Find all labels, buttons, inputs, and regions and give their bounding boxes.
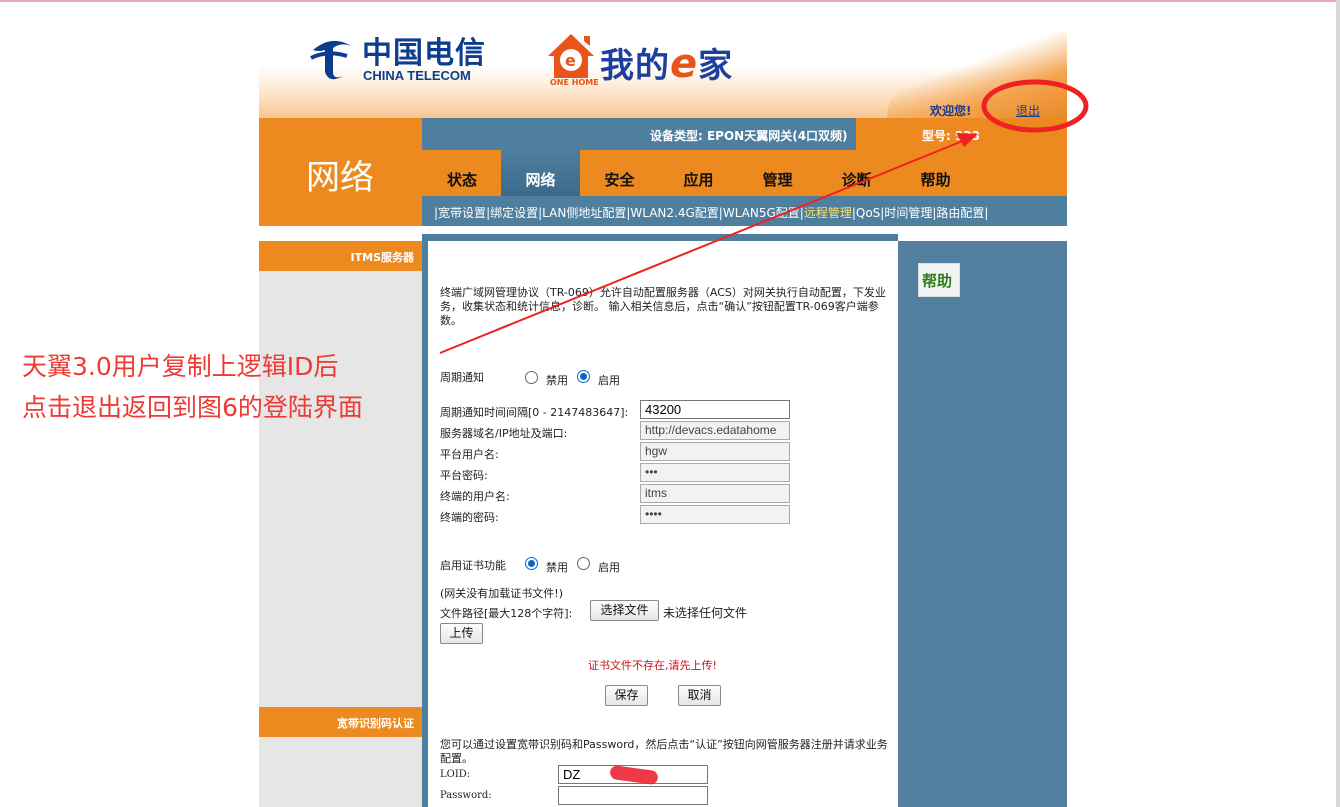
ehome-prefix: 我的 [600,46,670,86]
help-title: 帮助 [922,272,953,290]
subnav-time[interactable]: 时间管理 [884,206,932,220]
model-label: 型号: [922,129,955,143]
logout-link[interactable]: 退出 [1016,102,1040,119]
sub-navigation: |宽带设置|绑定设置|LAN侧地址配置|WLAN2.4G配置|WLAN5G配置|… [422,196,1067,226]
cert-enable-label: 启用 [598,561,620,574]
choose-file-button[interactable]: 选择文件 [590,600,659,621]
tab-security[interactable]: 安全 [580,150,659,196]
cert-disable-label: 禁用 [546,561,568,574]
interval-label: 周期通知时间间隔[0 - 2147483647]: [440,406,629,419]
subnav-remote-management[interactable]: 远程管理 [804,206,852,220]
password-label: Password: [440,790,492,801]
subnav-binding[interactable]: 绑定设置 [490,206,538,220]
china-telecom-mark-icon [310,40,351,80]
terminal-password-input[interactable]: •••• [640,505,790,524]
tab-status[interactable]: 状态 [422,150,502,196]
periodic-notify-label: 周期通知 [440,371,484,384]
help-box[interactable]: 帮助 [918,263,960,297]
cert-disable-radio[interactable] [525,557,538,570]
tab-management-label: 管理 [762,171,793,189]
tab-help[interactable]: 帮助 [896,150,975,196]
tab-status-label: 状态 [446,171,477,189]
cert-error-message: 证书文件不存在,请先上传! [588,659,717,672]
periodic-disable-label: 禁用 [546,374,568,387]
annotation-line-1: 天翼3.0用户复制上逻辑ID后 [22,352,339,381]
upload-button[interactable]: 上传 [440,623,483,644]
model-info: 型号: 923 [922,127,980,144]
itms-description: 终端广域网管理协议（TR-069）允许自动配置服务器（ACS）对网关执行自动配置… [440,286,886,327]
subnav-wlan5[interactable]: WLAN5G配置 [723,206,800,220]
periodic-enable-label: 启用 [598,374,620,387]
tab-application-label: 应用 [683,171,714,189]
cancel-button[interactable]: 取消 [678,685,721,706]
subnav-qos[interactable]: QoS [856,206,880,220]
ehome-suffix: 家 [698,46,734,86]
section-title-box: 网络 [259,118,422,226]
loid-header-label: 宽带识别码认证 [337,717,414,730]
main-frame-left [422,234,428,807]
ehome-e: e [670,41,699,87]
loid-section-header: 宽带识别码认证 [259,707,422,737]
terminal-password-label: 终端的密码: [440,511,499,524]
tab-management[interactable]: 管理 [738,150,817,196]
file-path-label: 文件路径[最大128个字符]: [440,607,573,620]
tab-network[interactable]: 网络 [501,150,580,196]
tab-security-label: 安全 [604,171,635,189]
periodic-disable-radio[interactable] [525,371,538,384]
loid-description: 您可以通过设置宽带识别码和Password，然后点击“认证”按钮向网管服务器注册… [440,738,888,765]
tab-application[interactable]: 应用 [659,150,738,196]
help-panel: 帮助 [898,241,1067,807]
platform-password-input[interactable]: ••• [640,463,790,482]
interval-input[interactable]: 43200 [640,400,790,419]
platform-user-input[interactable]: hgw [640,442,790,461]
periodic-enable-radio[interactable] [577,370,590,383]
itms-section-header: ITMS服务器 [259,241,422,271]
china-telecom-cn: 中国电信 [362,36,486,71]
welcome-text: 欢迎您! [930,104,972,118]
server-input[interactable]: http://devacs.edatahome [640,421,790,440]
itms-header-label: ITMS服务器 [350,251,414,264]
server-label: 服务器域名/IP地址及端口: [440,427,568,440]
platform-user-label: 平台用户名: [440,448,499,461]
annotation-line-2: 点击退出返回到图6的登陆界面 [22,393,363,422]
subnav-lan[interactable]: LAN侧地址配置 [542,206,626,220]
svg-text:e: e [565,51,576,70]
subnav-broadband[interactable]: 宽带设置 [438,206,486,220]
loid-label: LOID: [440,769,471,780]
ehome-house-text: ONE HOME [550,78,599,87]
terminal-user-input[interactable]: itms [640,484,790,503]
platform-password-label: 平台密码: [440,469,488,482]
no-cert-note: (网关没有加载证书文件!) [440,587,563,600]
scrollbar-track[interactable] [1336,0,1340,807]
ehome-wordmark: 我的e家 [600,38,733,87]
terminal-user-label: 终端的用户名: [440,490,510,503]
subnav-items: |宽带设置|绑定设置|LAN侧地址配置|WLAN2.4G配置|WLAN5G配置|… [434,206,989,220]
section-title: 网络 [306,158,374,198]
password-input[interactable] [558,786,708,805]
save-button[interactable]: 保存 [605,685,648,706]
ehome-logo: e ONE HOME 我的e家 [544,24,774,94]
device-type: 设备类型: EPON天翼网关(4口双频) [650,129,848,143]
tab-network-label: 网络 [525,171,556,189]
tab-help-label: 帮助 [920,171,951,189]
device-info-bar: 设备类型: EPON天翼网关(4口双频) 型号: 923 [422,118,1067,150]
page-header: 中国电信 CHINA TELECOM e ONE HOME 我的e家 欢迎您! … [259,2,1067,118]
subnav-wlan24[interactable]: WLAN2.4G配置 [630,206,718,220]
main-frame-top [422,234,898,241]
subnav-route[interactable]: 路由配置 [936,206,984,220]
china-telecom-en: CHINA TELECOM [363,68,471,83]
china-telecom-logo: 中国电信 CHINA TELECOM [307,28,487,88]
no-file-chosen: 未选择任何文件 [663,606,748,620]
cert-enable-radio[interactable] [577,557,590,570]
model-value: 923 [954,129,981,143]
tab-diagnosis[interactable]: 诊断 [817,150,896,196]
tab-diagnosis-label: 诊断 [841,171,872,189]
cert-label: 启用证书功能 [440,559,506,572]
main-tabs: 状态 网络 安全 应用 管理 诊断 帮助 [422,150,1067,196]
